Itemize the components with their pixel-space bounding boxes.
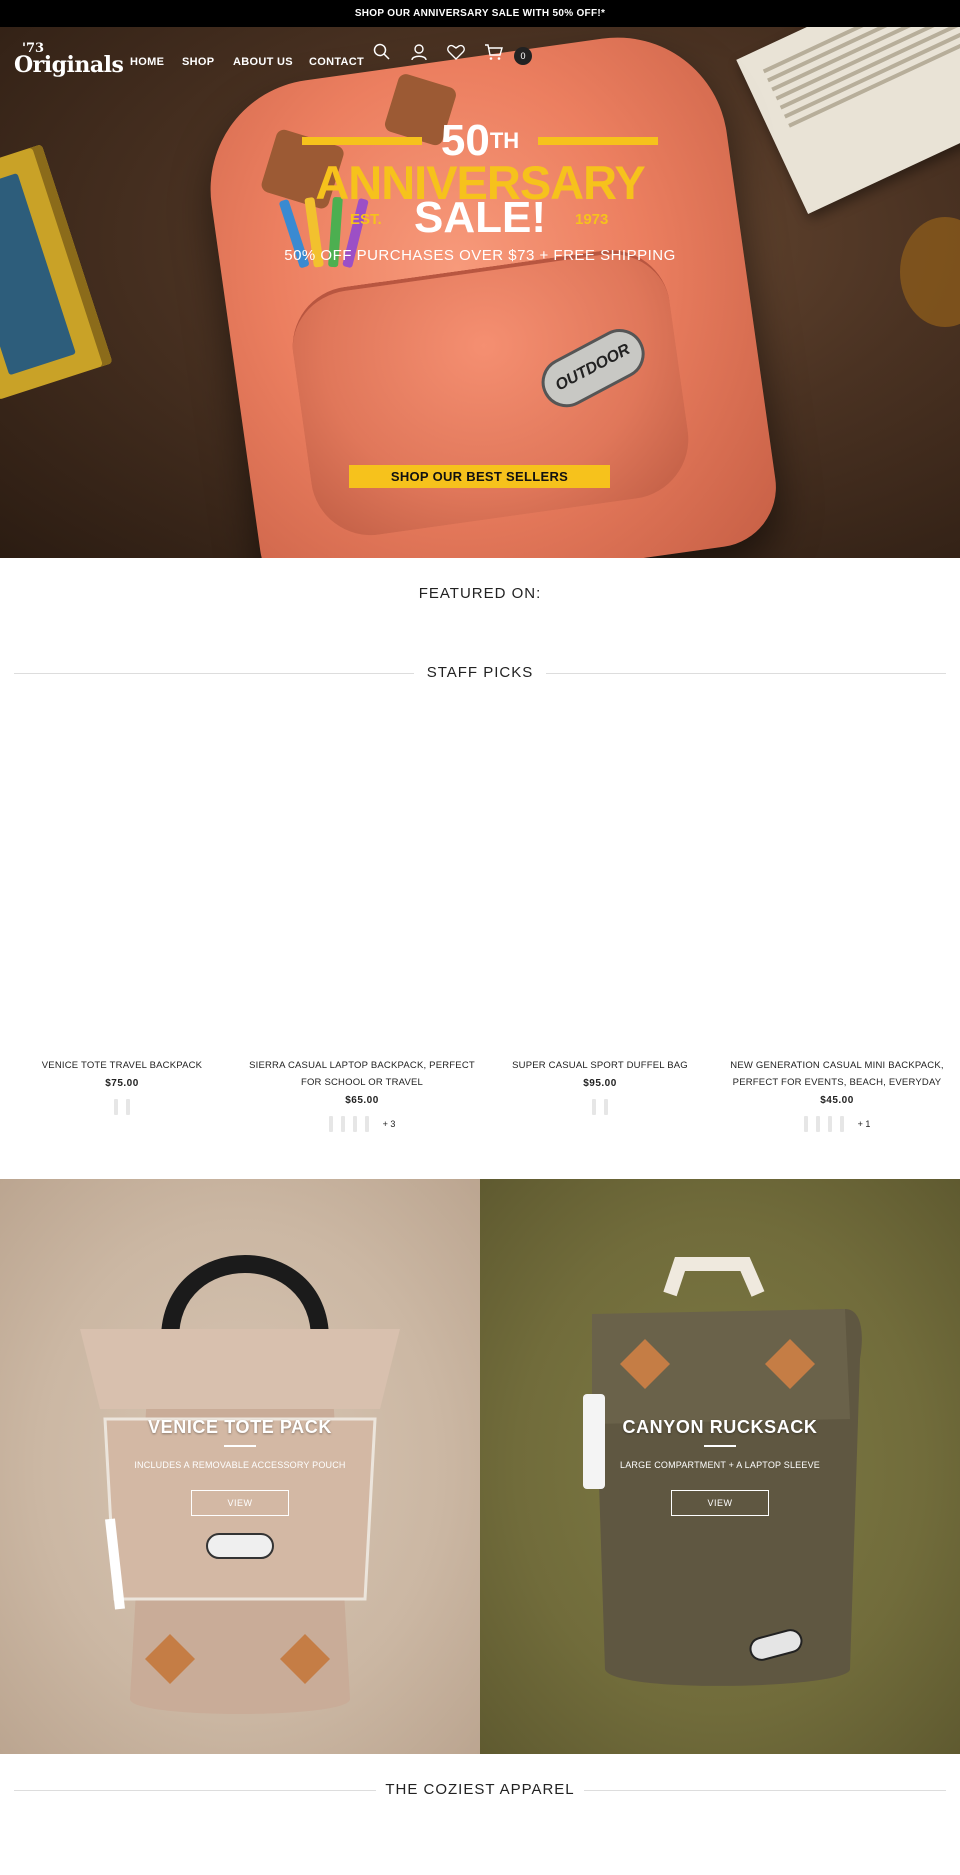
color-swatch[interactable] bbox=[803, 1116, 808, 1132]
product-card[interactable]: SUPER CASUAL SPORT DUFFEL BAG $95.00 bbox=[498, 1057, 702, 1115]
featured-on-heading: FEATURED ON: bbox=[418, 585, 542, 602]
color-swatches bbox=[498, 1099, 702, 1115]
color-swatch[interactable] bbox=[114, 1099, 118, 1115]
search-icon[interactable] bbox=[372, 42, 392, 62]
promo-divider bbox=[224, 1445, 256, 1447]
nav-shop[interactable]: SHOP bbox=[182, 56, 233, 68]
color-swatch[interactable] bbox=[364, 1116, 369, 1132]
promo-venice-tote[interactable]: VENICE TOTE PACK INCLUDES A REMOVABLE AC… bbox=[0, 1179, 480, 1754]
view-canyon-rucksack-button[interactable]: VIEW bbox=[671, 1490, 769, 1516]
color-swatch[interactable] bbox=[340, 1116, 345, 1132]
color-swatches: + 3 bbox=[244, 1116, 480, 1132]
coziest-apparel-title: THE COZIEST APPAREL bbox=[385, 1781, 575, 1798]
product-card[interactable]: SIERRA CASUAL LAPTOP BACKPACK, PERFECT F… bbox=[244, 1057, 480, 1132]
color-swatches: + 1 bbox=[730, 1116, 944, 1132]
color-swatch[interactable] bbox=[126, 1099, 130, 1115]
nav-home[interactable]: HOME bbox=[130, 56, 182, 68]
promo-description: INCLUDES A REMOVABLE ACCESSORY POUCH bbox=[134, 1460, 346, 1470]
shop-best-sellers-button[interactable]: SHOP OUR BEST SELLERS bbox=[349, 465, 610, 488]
hero-banner[interactable]: OUTDOOR 50TH ANNIVERSARY EST. SALE! 1973… bbox=[0, 27, 960, 558]
hero-text: 50TH ANNIVERSARY EST. SALE! 1973 50% OFF… bbox=[0, 27, 960, 558]
cart-count-badge: 0 bbox=[514, 47, 532, 65]
product-price: $45.00 bbox=[820, 1095, 854, 1106]
coziest-apparel-heading: THE COZIEST APPAREL bbox=[14, 1781, 946, 1801]
hero-subtitle: 50% OFF PURCHASES OVER $73 + FREE SHIPPI… bbox=[284, 247, 676, 264]
account-icon[interactable] bbox=[409, 42, 429, 62]
brand-logo-big: Originals bbox=[14, 52, 124, 78]
site-header: '73 Originals HOME SHOP ABOUT US CONTACT… bbox=[0, 27, 960, 97]
nav-contact[interactable]: CONTACT bbox=[309, 56, 379, 68]
announcement-bar: SHOP OUR ANNIVERSARY SALE WITH 50% OFF!* bbox=[0, 0, 960, 27]
view-venice-tote-button[interactable]: VIEW bbox=[191, 1490, 289, 1516]
color-swatch[interactable] bbox=[604, 1099, 608, 1115]
cart-icon[interactable] bbox=[484, 42, 504, 62]
hero-rule-right bbox=[538, 137, 658, 145]
announcement-text: SHOP OUR ANNIVERSARY SALE WITH 50% OFF!* bbox=[354, 8, 606, 19]
product-price: $75.00 bbox=[105, 1078, 139, 1089]
product-card[interactable]: VENICE TOTE TRAVEL BACKPACK $75.00 bbox=[20, 1057, 224, 1115]
product-name[interactable]: NEW GENERATION CASUAL MINI BACKPACK, PER… bbox=[730, 1057, 944, 1091]
hero-est: EST. bbox=[350, 211, 382, 228]
color-swatch[interactable] bbox=[815, 1116, 820, 1132]
promo-divider bbox=[704, 1445, 736, 1447]
brand-logo[interactable]: '73 Originals bbox=[14, 41, 124, 78]
color-swatch[interactable] bbox=[839, 1116, 844, 1132]
product-card[interactable]: NEW GENERATION CASUAL MINI BACKPACK, PER… bbox=[730, 1057, 944, 1132]
product-name[interactable]: SIERRA CASUAL LAPTOP BACKPACK, PERFECT F… bbox=[244, 1057, 480, 1091]
color-swatches bbox=[20, 1099, 224, 1115]
more-swatches-count[interactable]: + 3 bbox=[383, 1119, 396, 1129]
hero-rule-left bbox=[302, 137, 422, 145]
canyon-rucksack-image bbox=[583, 1257, 862, 1686]
main-nav: HOME SHOP ABOUT US CONTACT bbox=[130, 56, 379, 68]
product-name[interactable]: SUPER CASUAL SPORT DUFFEL BAG bbox=[498, 1057, 702, 1074]
venice-tote-image bbox=[80, 1255, 400, 1714]
promo-canyon-rucksack[interactable]: CANYON RUCKSACK LARGE COMPARTMENT + A LA… bbox=[480, 1179, 960, 1754]
product-price: $95.00 bbox=[583, 1078, 617, 1089]
color-swatch[interactable] bbox=[328, 1116, 333, 1132]
staff-picks-title: STAFF PICKS bbox=[426, 664, 534, 681]
promo-description: LARGE COMPARTMENT + A LAPTOP SLEEVE bbox=[620, 1460, 820, 1470]
color-swatch[interactable] bbox=[827, 1116, 832, 1132]
hero-year: 1973 bbox=[575, 211, 609, 228]
wishlist-icon[interactable] bbox=[446, 42, 466, 62]
nav-about-us[interactable]: ABOUT US bbox=[233, 56, 309, 68]
promo-title: CANYON RUCKSACK bbox=[622, 1417, 818, 1437]
color-swatch[interactable] bbox=[592, 1099, 596, 1115]
color-swatch[interactable] bbox=[352, 1116, 357, 1132]
product-price: $65.00 bbox=[345, 1095, 379, 1106]
more-swatches-count[interactable]: + 1 bbox=[858, 1119, 871, 1129]
promo-title: VENICE TOTE PACK bbox=[148, 1417, 332, 1437]
product-name[interactable]: VENICE TOTE TRAVEL BACKPACK bbox=[20, 1057, 224, 1074]
hero-sale: SALE! bbox=[414, 193, 546, 242]
staff-picks-heading: STAFF PICKS bbox=[14, 664, 946, 684]
